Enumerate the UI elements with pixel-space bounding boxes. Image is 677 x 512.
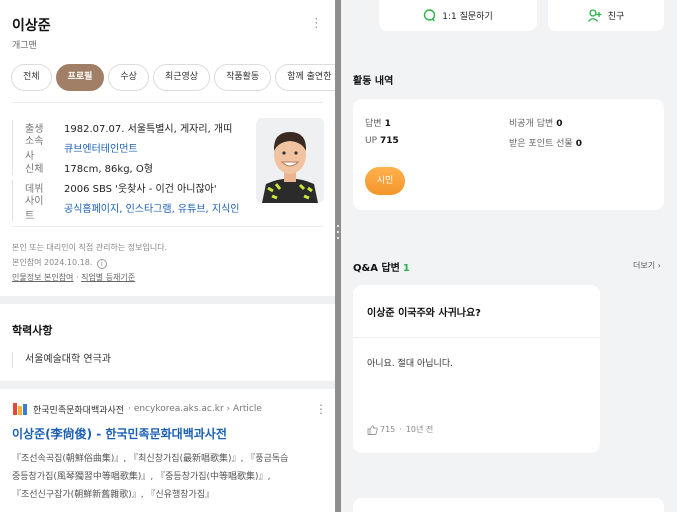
like-count: 715	[380, 425, 396, 434]
chat-icon	[424, 9, 436, 22]
divider	[12, 102, 323, 103]
activity-title: 활동 내역	[353, 76, 394, 87]
self-managed-notice: 본인 또는 대리인이 직접 관리하는 정보입니다. 본인참여 2024.10.1…	[12, 240, 167, 270]
debut-value: 2006 SBS '웃찾사 - 이건 아니잖아'	[64, 183, 217, 195]
profile-panel: 이상준 ⋮ 개그맨 전체프로필수상최근영상작품활동함께 출연한 다 출생 198…	[0, 0, 335, 512]
qa-answer: 아니요. 절대 아닙니다.	[367, 359, 453, 369]
divider	[353, 337, 600, 338]
site-links: 공식홈페이지, 인스타그램, 유튜브, 지식인	[64, 203, 240, 215]
more-link[interactable]: 더보기 ›	[633, 260, 661, 271]
stat-answers: 답변 1	[365, 119, 391, 129]
qa-count: 1	[402, 263, 410, 274]
tab-awards[interactable]: 수상	[108, 64, 149, 91]
qa-card[interactable]: 이상준 이국주와 사귀나요? 아니요. 절대 아닙니다. 715 · 10년 전	[353, 285, 600, 453]
section-separator	[0, 381, 335, 389]
tab-recent-videos[interactable]: 최근영상	[152, 64, 211, 91]
notice-text: 본인 또는 대리인이 직접 관리하는 정보입니다.	[12, 243, 168, 252]
person-name: 이상준	[12, 18, 51, 34]
thumbs-up-icon[interactable]	[367, 424, 378, 435]
ask-question-label: 1:1 질문하기	[442, 12, 493, 22]
info-row-site: 사이트 공식홈페이지, 인스타그램, 유튜브, 지식인	[12, 192, 252, 222]
divider	[12, 226, 323, 227]
notice-date: 본인참여 2024.10.18.	[12, 258, 93, 267]
listing-criteria-link[interactable]: 직업별 등재기준	[81, 273, 135, 282]
separator-dot: ·	[75, 273, 79, 282]
next-card-peek	[353, 498, 664, 512]
info-label: 소속사	[12, 132, 52, 162]
tab-profile[interactable]: 프로필	[55, 64, 105, 91]
grade-badge[interactable]: 시민	[365, 167, 405, 195]
answerer-panel: 1:1 질문하기 친구 활동 내역 답변 1 비공개 답변 0 UP 715 받은 포…	[341, 0, 677, 512]
add-friend-label: 친구	[607, 12, 625, 22]
info-row-agency: 소속사 큐브엔터테인먼트	[12, 132, 252, 162]
profile-info: 출생 1982.07.07. 서울특별시, 게자리, 개띠 소속사 큐브엔터테인…	[12, 117, 252, 222]
stat-up: UP 715	[365, 136, 399, 146]
birth-value: 1982.07.07. 서울특별시, 게자리, 개띠	[64, 123, 233, 135]
kebab-icon[interactable]: ⋮	[310, 17, 323, 30]
stat-private-answers: 비공개 답변 0	[509, 119, 563, 129]
source-description: 『조선속곡집(朝鮮俗曲集)』, 『최신창가집(最新唱歌集)』, 『풍금독습 중등…	[12, 450, 330, 504]
person-job: 개그맨	[12, 41, 37, 51]
split-grip-handle[interactable]	[337, 225, 339, 245]
qa-question[interactable]: 이상준 이국주와 사귀나요?	[367, 304, 481, 319]
qa-meta: 715 · 10년 전	[367, 424, 433, 435]
body-value: 178cm, 86kg, O형	[64, 163, 153, 175]
site-link-kin[interactable]: 지식인	[212, 204, 240, 215]
separator-dot: ·	[399, 425, 402, 434]
education-item: 서울예술대학 연극과	[12, 352, 111, 368]
tab-works[interactable]: 작품활동	[214, 64, 272, 91]
activity-card: 답변 1 비공개 답변 0 UP 715 받은 포인트 선물 0 시민	[353, 99, 664, 210]
desc-line: 『조선신구잡가(朝鮮新舊雜歌)』, 『신유행창가집』	[12, 490, 215, 500]
add-friend-button[interactable]: 친구	[548, 0, 664, 31]
agency-link[interactable]: 큐브엔터테인먼트	[64, 140, 138, 155]
time-ago: 10년 전	[405, 425, 434, 434]
kebab-icon[interactable]: ⋮	[315, 402, 327, 416]
site-link-official[interactable]: 공식홈페이지	[64, 204, 119, 215]
desc-line: 중등창가집(風琴獨習中等唱歌集)』, 『중등창가집(中等唱歌集)』,	[12, 472, 271, 482]
profile-photo[interactable]	[256, 118, 324, 203]
stat-points: 받은 포인트 선물 0	[509, 139, 582, 149]
self-participation-link[interactable]: 인물정보 본인참여	[12, 273, 73, 282]
source-logo-icon	[12, 402, 28, 416]
info-icon[interactable]: i	[96, 259, 107, 269]
site-link-instagram[interactable]: 인스타그램	[126, 204, 172, 215]
tab-co-stars[interactable]: 함께 출연한 다	[275, 64, 335, 91]
qa-section-title: Q&A 답변 1	[353, 263, 410, 274]
name-row: 이상준 ⋮	[12, 15, 323, 39]
education-title: 학력사항	[12, 324, 53, 337]
info-label: 사이트	[12, 192, 52, 222]
site-link-youtube[interactable]: 유튜브	[178, 204, 206, 215]
ask-question-button[interactable]: 1:1 질문하기	[379, 0, 537, 31]
add-friend-icon	[587, 9, 602, 22]
desc-line: 『조선속곡집(朝鮮俗曲集)』, 『최신창가집(最新唱歌集)』, 『풍금독습	[12, 454, 289, 464]
source-header: 한국민족문화대백과사전 · encykorea.aks.ac.kr › Arti…	[12, 401, 327, 417]
info-row-body: 신체 178cm, 86kg, O형	[12, 157, 252, 177]
info-label: 신체	[12, 159, 52, 175]
source-title-link[interactable]: 이상준(李尙俊) - 한국민족문화대백과사전	[12, 425, 227, 442]
notice-date-row: 본인참여 2024.10.18. i	[12, 255, 167, 270]
source-site-name[interactable]: 한국민족문화대백과사전	[33, 403, 124, 416]
profile-tabs: 전체프로필수상최근영상작품활동함께 출연한 다	[11, 64, 335, 92]
section-separator	[0, 296, 335, 304]
notice-links: 인물정보 본인참여 · 직업별 등재기준	[12, 272, 135, 283]
tab-all[interactable]: 전체	[11, 64, 52, 91]
source-url: · encykorea.aks.ac.kr › Article	[128, 404, 262, 414]
